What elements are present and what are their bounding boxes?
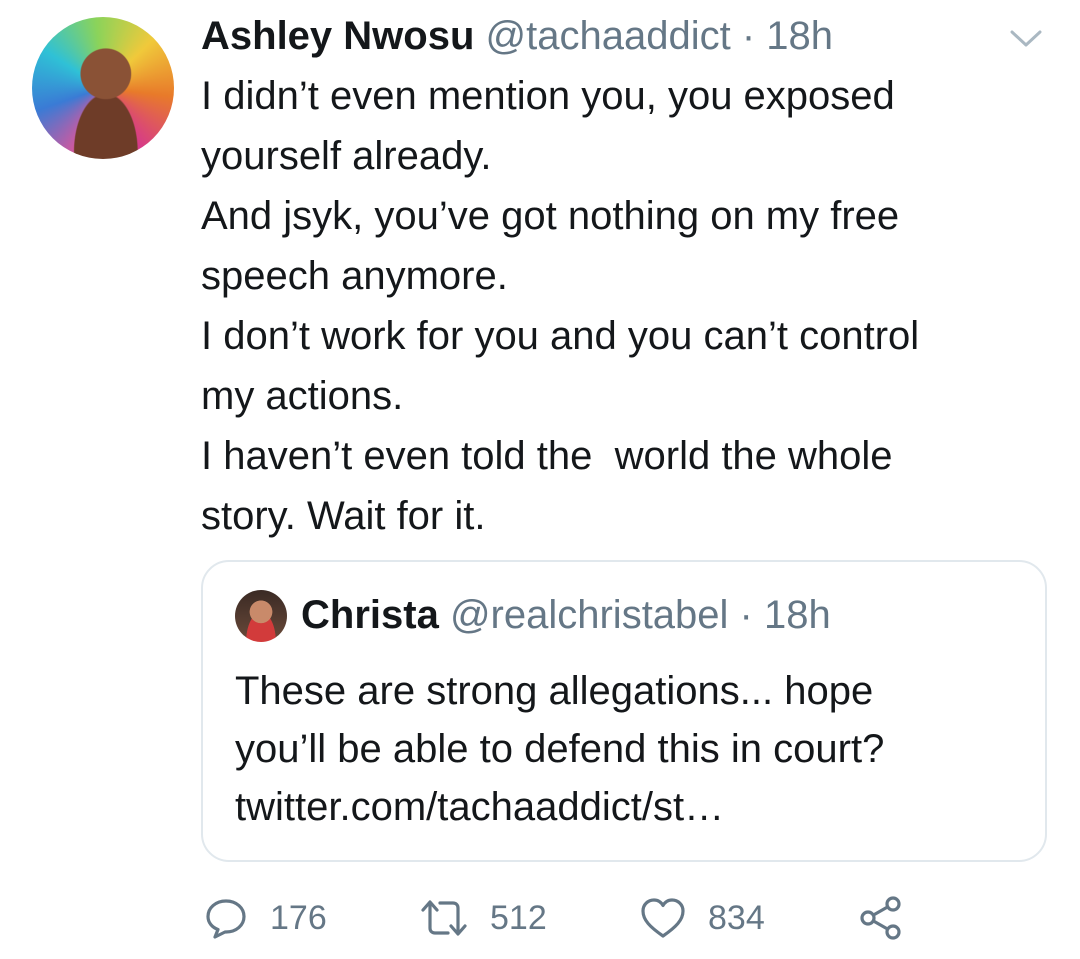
separator-dot: · — [730, 14, 767, 58]
tweet-line: story. Wait for it. — [201, 494, 486, 538]
quoted-line: twitter.com/tachaaddict/st… — [235, 785, 725, 829]
tweet-line: I didn’t even mention you, you exposed — [201, 74, 895, 118]
like-button[interactable]: 834 — [640, 888, 765, 948]
author-name[interactable]: Ashley Nwosu — [201, 14, 474, 58]
tweet-actions-bar: 176 512 834 — [0, 888, 1080, 948]
tweet-line: And jsyk, you’ve got nothing on my free — [201, 194, 900, 238]
quoted-tweet-header: Christa @realchristabel · 18h — [301, 588, 831, 642]
chevron-down-icon[interactable] — [1008, 26, 1044, 50]
quoted-author-name: Christa — [301, 593, 439, 637]
tweet-line: I haven’t even told the world the whole — [201, 434, 893, 478]
quoted-tweet-card[interactable]: Christa @realchristabel · 18h These are … — [201, 560, 1047, 862]
author-avatar[interactable] — [32, 17, 174, 159]
tweet-line: speech anymore. — [201, 254, 508, 298]
quoted-author-avatar — [235, 590, 287, 642]
tweet-header: Ashley Nwosu @tachaaddict · 18h — [201, 10, 833, 62]
reply-count: 176 — [270, 899, 327, 937]
quoted-line: you’ll be able to defend this in court? — [235, 727, 885, 771]
quoted-separator-dot: · — [728, 593, 764, 637]
quoted-line: These are strong allegations... hope — [235, 669, 874, 713]
tweet-line: yourself already. — [201, 134, 492, 178]
quoted-author-handle: @realchristabel — [449, 593, 729, 637]
heart-icon — [641, 898, 685, 938]
retweet-count: 512 — [490, 899, 547, 937]
retweet-icon — [421, 900, 467, 936]
retweet-button[interactable]: 512 — [420, 888, 547, 948]
author-handle[interactable]: @tachaaddict — [486, 14, 731, 58]
reply-icon — [206, 899, 246, 939]
like-count: 834 — [708, 899, 765, 937]
tweet-line: my actions. — [201, 374, 404, 418]
tweet-text: I didn’t even mention you, you exposed y… — [201, 66, 1041, 546]
reply-button[interactable]: 176 — [204, 888, 327, 948]
tweet-time[interactable]: 18h — [766, 14, 833, 58]
quoted-tweet-time: 18h — [763, 593, 831, 637]
share-icon — [860, 896, 901, 940]
quoted-tweet-text: These are strong allegations... hope you… — [235, 662, 1015, 836]
tweet-line: I don’t work for you and you can’t contr… — [201, 314, 920, 358]
share-button[interactable] — [858, 888, 904, 948]
